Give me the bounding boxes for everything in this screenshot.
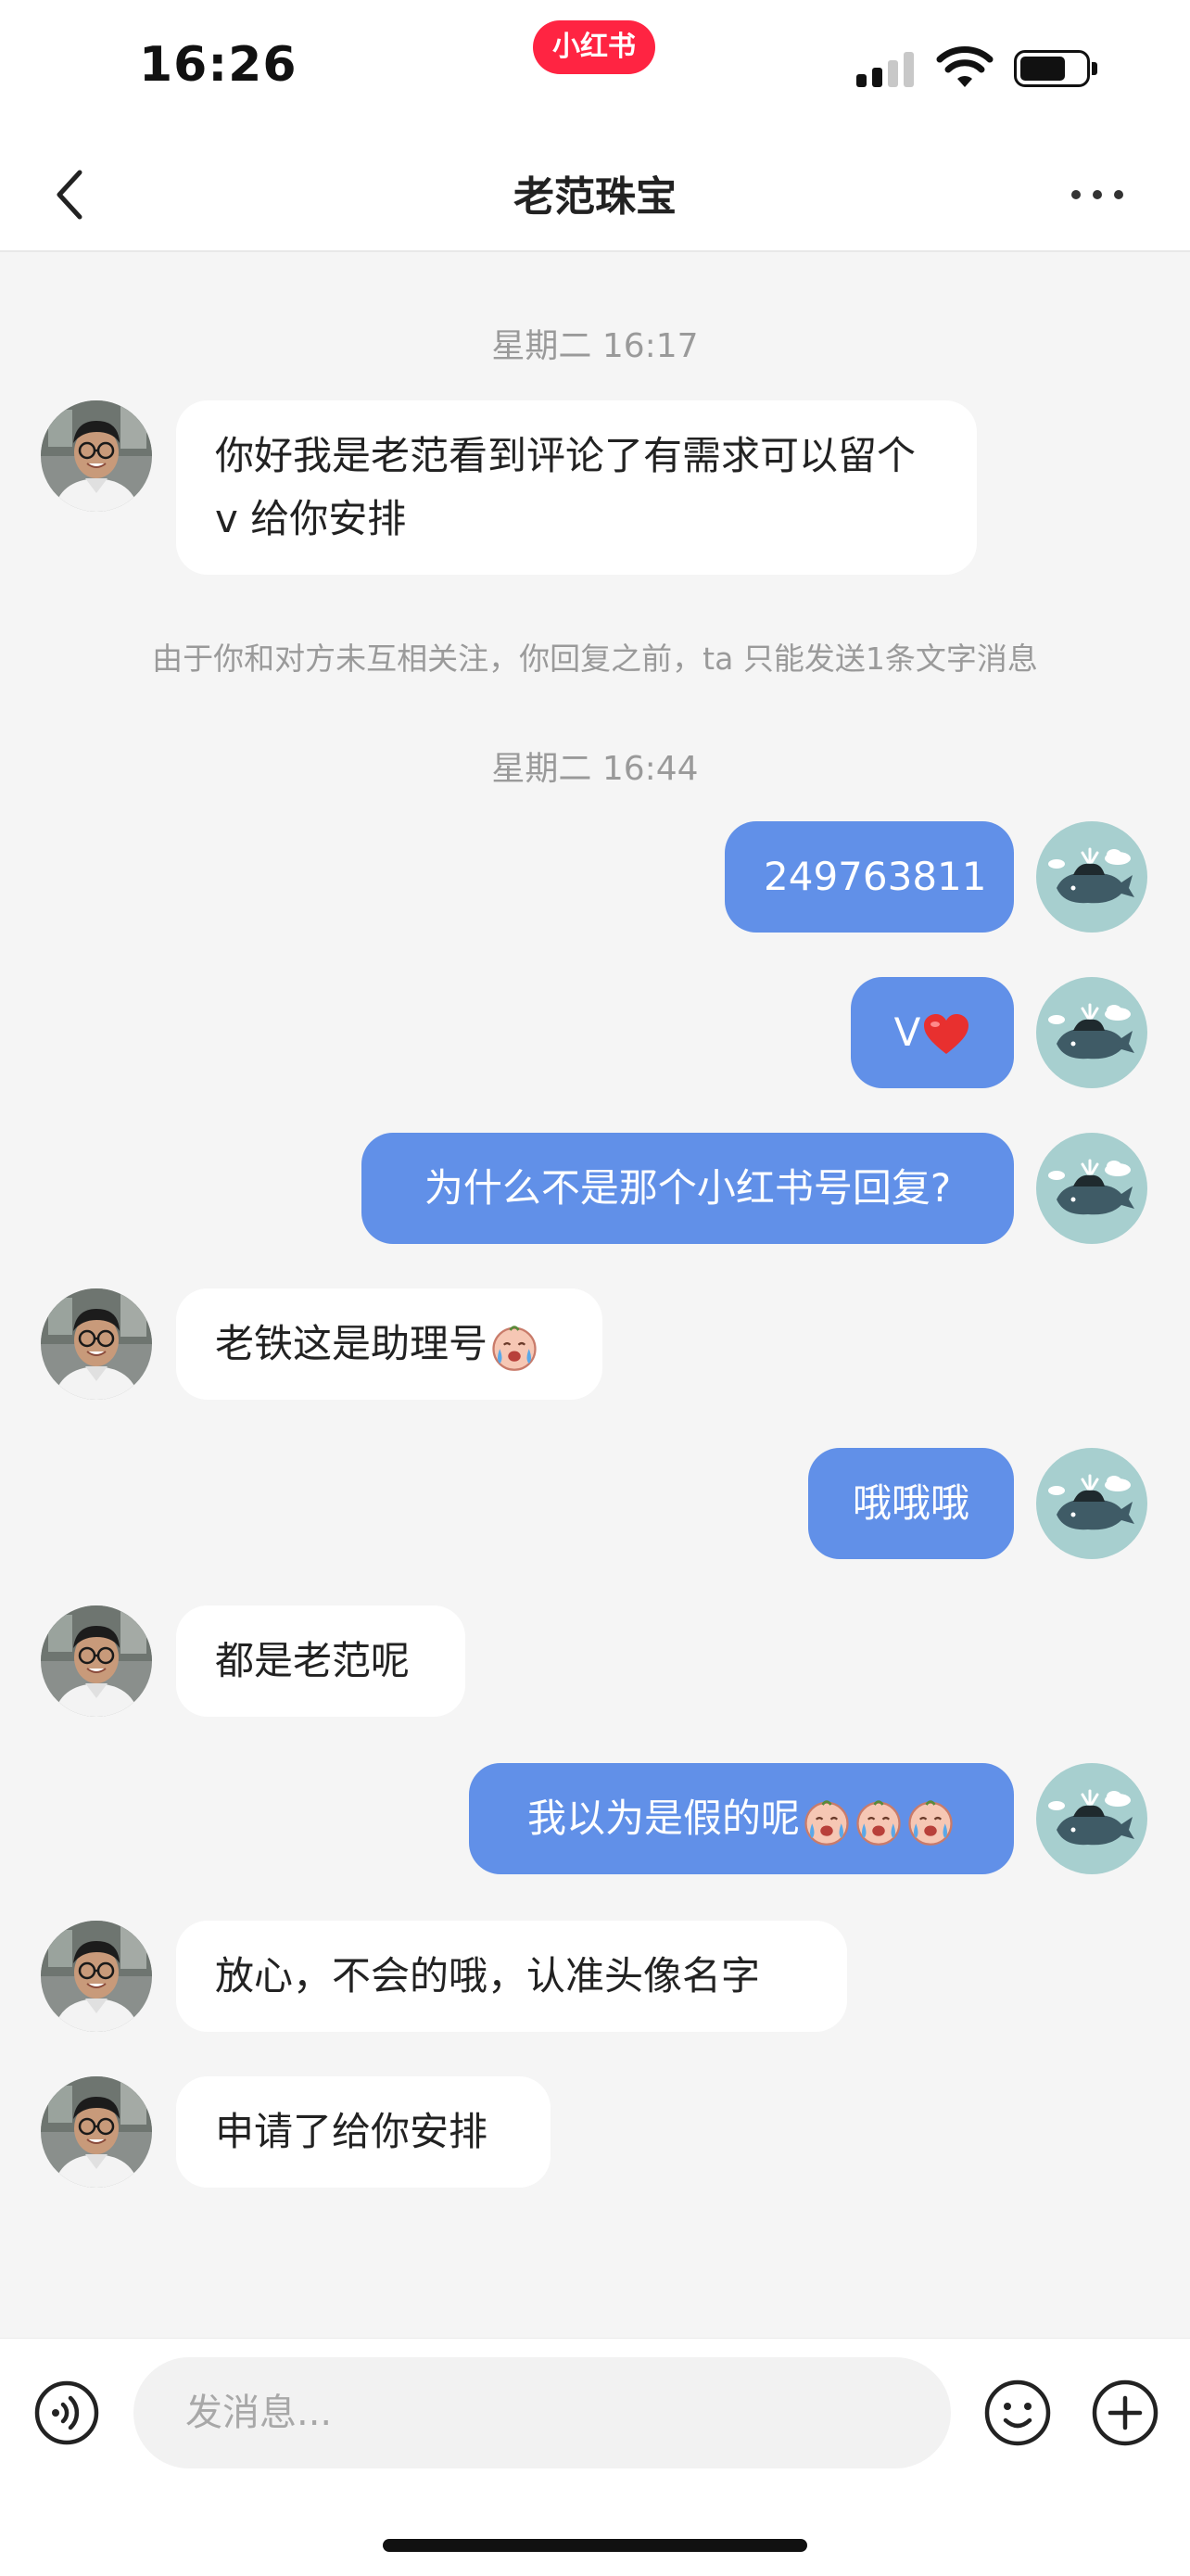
more-options-icon[interactable] bbox=[1071, 187, 1123, 202]
home-indicator[interactable] bbox=[383, 2539, 807, 2552]
outgoing-message[interactable]: 为什么不是那个小红书号回复? bbox=[361, 1133, 1014, 1244]
outgoing-message[interactable]: 哦哦哦 bbox=[808, 1448, 1014, 1559]
message-list[interactable]: 星期二 16:17 你好我是老范看到评论了有需求可以留个 v 给你安排 由于你和… bbox=[0, 252, 1190, 2338]
my-avatar[interactable] bbox=[1036, 1448, 1147, 1559]
contact-avatar[interactable] bbox=[41, 2076, 152, 2188]
message-text: V bbox=[893, 1009, 921, 1055]
my-avatar[interactable] bbox=[1036, 1763, 1147, 1874]
contact-avatar[interactable] bbox=[41, 1605, 152, 1717]
my-avatar[interactable] bbox=[1036, 977, 1147, 1088]
crying-face-icon bbox=[908, 1799, 953, 1846]
battery-icon bbox=[1014, 50, 1097, 89]
red-heart-icon bbox=[924, 1013, 969, 1054]
crying-face-icon bbox=[804, 1799, 849, 1846]
incoming-message[interactable]: 放心，不会的哦，认准头像名字 bbox=[176, 1921, 847, 2032]
outgoing-message[interactable]: 249763811 bbox=[725, 821, 1014, 933]
outgoing-message[interactable]: V bbox=[851, 977, 1014, 1088]
contact-avatar[interactable] bbox=[41, 1288, 152, 1400]
app-badge: 小红书 bbox=[533, 20, 655, 74]
incoming-message[interactable]: 你好我是老范看到评论了有需求可以留个 v 给你安排 bbox=[176, 400, 977, 575]
incoming-message[interactable]: 都是老范呢 bbox=[176, 1605, 465, 1717]
outgoing-message[interactable]: 我以为是假的呢 bbox=[469, 1763, 1014, 1874]
contact-avatar[interactable] bbox=[41, 400, 152, 512]
my-avatar[interactable] bbox=[1036, 821, 1147, 933]
wifi-icon bbox=[936, 46, 994, 87]
status-bar: 16:26 小红书 bbox=[0, 0, 1190, 139]
cellular-signal-icon bbox=[856, 52, 916, 87]
message-text: 老铁这是助理号 bbox=[215, 1321, 488, 1366]
incoming-message[interactable]: 老铁这是助理号 bbox=[176, 1288, 602, 1400]
message-input[interactable] bbox=[133, 2357, 951, 2468]
crying-face-icon bbox=[492, 1325, 537, 1371]
timestamp: 星期二 16:17 bbox=[491, 327, 699, 365]
crying-face-icon bbox=[856, 1799, 901, 1846]
voice-input-icon[interactable] bbox=[33, 2379, 100, 2446]
my-avatar[interactable] bbox=[1036, 1133, 1147, 1244]
status-time: 16:26 bbox=[139, 37, 298, 93]
incoming-message[interactable]: 申请了给你安排 bbox=[176, 2076, 551, 2188]
system-notice: 由于你和对方未互相关注，你回复之前，ta 只能发送1条文字消息 bbox=[152, 641, 1038, 677]
nav-bar: 老范珠宝 bbox=[0, 139, 1190, 252]
add-attachment-icon[interactable] bbox=[1090, 2378, 1160, 2448]
timestamp: 星期二 16:44 bbox=[491, 750, 699, 788]
emoji-icon[interactable] bbox=[982, 2378, 1053, 2448]
message-text: 我以为是假的呢 bbox=[526, 1796, 800, 1841]
contact-avatar[interactable] bbox=[41, 1921, 152, 2032]
chat-title: 老范珠宝 bbox=[513, 173, 677, 221]
